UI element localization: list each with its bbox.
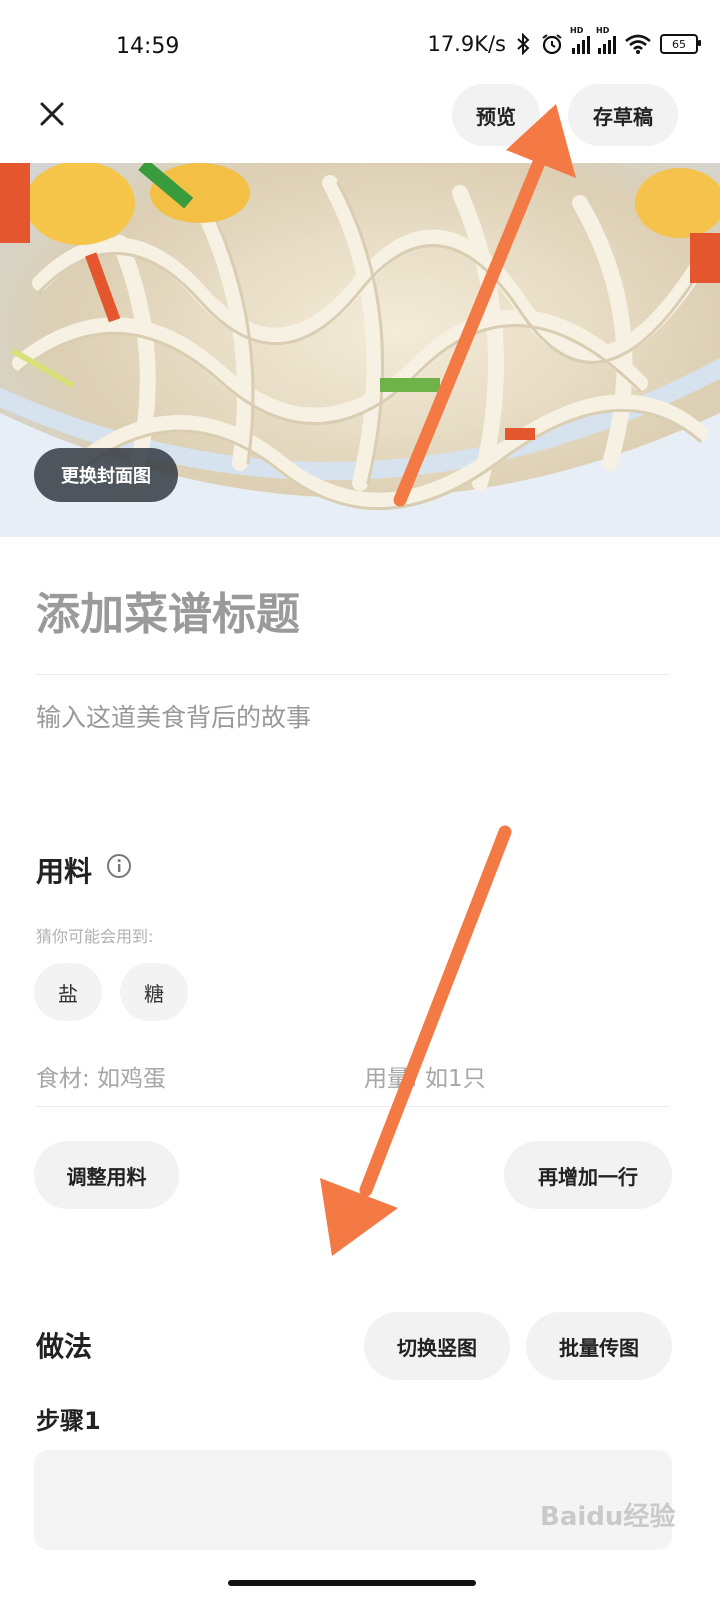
home-indicator[interactable]: [228, 1580, 476, 1586]
status-time: 14:59: [116, 34, 180, 59]
suggestion-hint: 猜你可能会用到:: [36, 927, 154, 946]
ingredient-amount-input[interactable]: 用量: 如1只: [364, 1059, 486, 1093]
recipe-story-input[interactable]: 输入这道美食背后的故事: [36, 698, 311, 734]
add-row-button[interactable]: 再增加一行: [504, 1141, 672, 1209]
title-divider: [36, 674, 670, 675]
steps-title: 做法: [36, 1330, 93, 1363]
sig-hd-label-2: HD: [596, 26, 610, 35]
status-icons: 17.9K/s HD HD 65: [427, 26, 701, 56]
step-1-title: 步骤1: [36, 1407, 101, 1435]
recipe-title-input[interactable]: 添加菜谱标题: [36, 578, 300, 642]
arrow-down-head: [320, 1178, 398, 1256]
arrow-down: [359, 825, 512, 1197]
suggestion-chip-sugar[interactable]: 糖: [120, 963, 188, 1021]
close-icon[interactable]: [36, 98, 68, 130]
info-icon[interactable]: [106, 853, 132, 879]
change-cover-button[interactable]: 更换封面图: [34, 448, 178, 502]
switch-vertical-button[interactable]: 切换竖图: [364, 1312, 510, 1380]
baidu-watermark: Baidu经验: [540, 1502, 676, 1532]
status-bar: 14:59 17.9K/s HD HD 65: [0, 0, 720, 96]
save-draft-button[interactable]: 存草稿: [568, 84, 678, 146]
alarm-icon: [542, 34, 562, 55]
batch-upload-button[interactable]: 批量传图: [526, 1312, 672, 1380]
adjust-ingredients-button[interactable]: 调整用料: [34, 1141, 179, 1209]
sig-hd-label-1: HD: [570, 26, 584, 35]
signal-icon-2: HD: [596, 26, 616, 54]
ingredient-row-divider: [36, 1106, 670, 1107]
network-speed: 17.9K/s: [427, 32, 506, 56]
bluetooth-icon: [517, 33, 530, 55]
ingredients-title: 用料: [36, 855, 93, 888]
suggestion-chip-salt[interactable]: 盐: [34, 963, 102, 1021]
ingredient-name-input[interactable]: 食材: 如鸡蛋: [36, 1059, 166, 1093]
signal-icon-1: HD: [570, 26, 590, 54]
wifi-icon: [625, 34, 651, 54]
battery-icon: 65: [660, 34, 701, 54]
preview-button[interactable]: 预览: [452, 84, 540, 146]
